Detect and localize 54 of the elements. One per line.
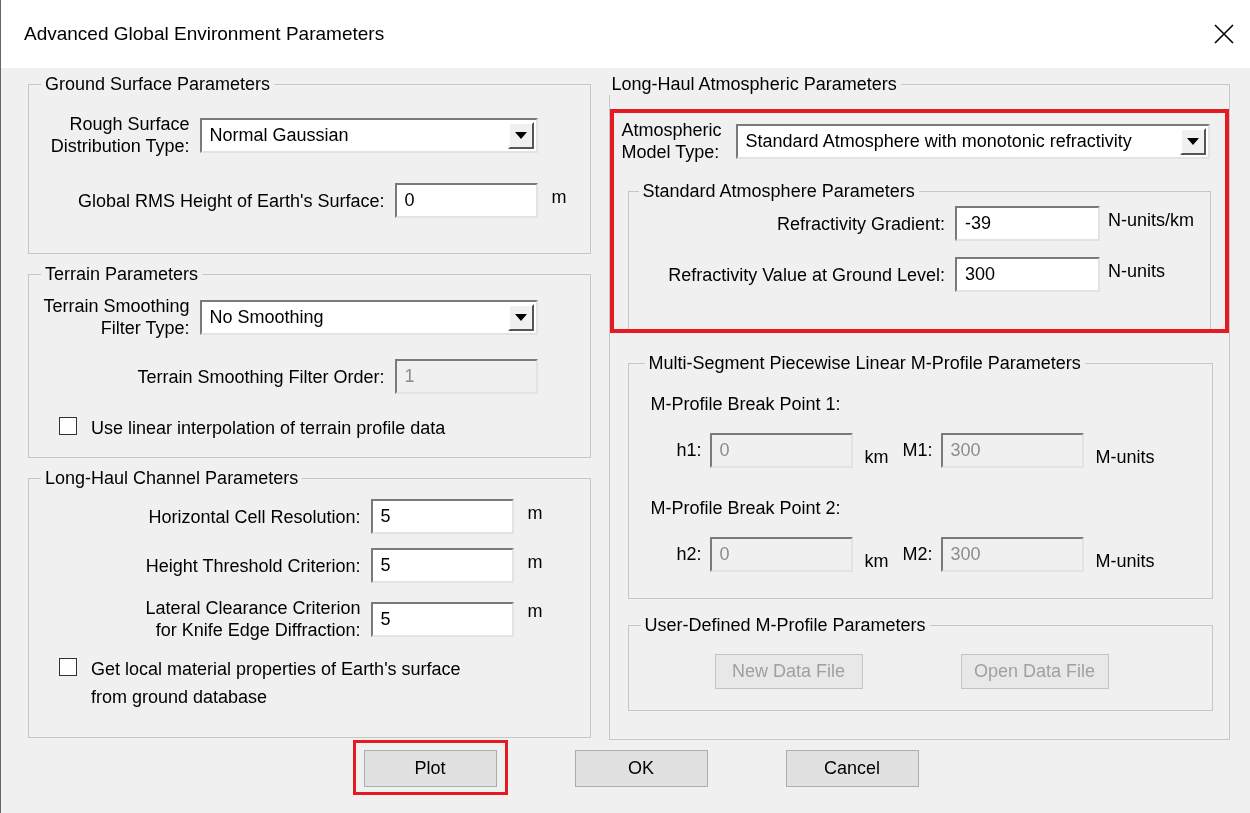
group-title: Multi-Segment Piecewise Linear M-Profile Parameters <box>647 353 1082 374</box>
input-field[interactable]: 300 <box>955 257 1100 292</box>
group-title: Long-Haul Channel Parameters <box>44 468 300 489</box>
group-title: Long-Haul Atmospheric Parameters <box>610 74 898 95</box>
window-title: Advanced Global Environment Parameters <box>24 23 385 45</box>
field-label: Horizontal Cell Resolution: <box>148 505 361 528</box>
group-title: User-Defined M-Profile Parameters <box>643 615 927 636</box>
checkbox-label: Use linear interpolation of terrain profile data <box>91 417 446 440</box>
button[interactable]: OK <box>574 750 708 787</box>
field-label: Terrain Smoothing Filter Type: <box>43 295 190 339</box>
input-field[interactable]: -39 <box>955 206 1100 241</box>
caret-icon <box>1186 137 1199 145</box>
button[interactable]: Plot <box>363 750 497 787</box>
unit-label: km <box>864 447 889 468</box>
close-icon[interactable] <box>1214 24 1234 44</box>
checkbox[interactable] <box>59 417 77 435</box>
input-field[interactable]: 5 <box>370 601 514 637</box>
unit-label: M-units <box>1095 447 1155 468</box>
caret-icon <box>514 131 527 139</box>
unit-label: N-units <box>1107 260 1166 282</box>
field-label: Terrain Smoothing Filter Order: <box>137 365 385 388</box>
button[interactable]: Cancel <box>785 750 919 787</box>
unit-label: M-units <box>1095 551 1155 572</box>
section-label: M-Profile Break Point 2: <box>650 498 842 519</box>
input-field[interactable]: 5 <box>370 499 514 534</box>
field-label: Refractivity Value at Ground Level: <box>668 263 945 286</box>
field-label: M1: <box>902 440 933 461</box>
checkbox-label: Get local material properties of Earth's surface from ground database <box>91 658 461 709</box>
unit-label: m <box>550 186 568 208</box>
input-field[interactable]: 5 <box>370 548 514 583</box>
field-label: Rough Surface Distribution Type: <box>50 113 190 157</box>
section-label: M-Profile Break Point 1: <box>650 394 842 415</box>
group-title: Ground Surface Parameters <box>44 74 272 95</box>
field-label: h1: <box>676 440 702 461</box>
group-title: Terrain Parameters <box>44 264 200 285</box>
group-title: Standard Atmosphere Parameters <box>641 181 916 202</box>
input-field[interactable]: 0 <box>394 183 538 218</box>
field-label: M2: <box>902 544 933 565</box>
dropdown[interactable]: Normal Gaussian <box>199 117 538 153</box>
unit-label: N-units/km <box>1107 209 1195 231</box>
checkbox[interactable] <box>59 658 77 676</box>
unit-label: m <box>526 600 544 622</box>
field-label: Refractivity Gradient: <box>776 212 945 235</box>
caret-icon <box>514 313 527 321</box>
field-label: Atmospheric Model Type: <box>621 119 722 163</box>
dropdown[interactable]: Standard Atmosphere with monotonic refractivity <box>735 123 1210 159</box>
unit-label: m <box>526 502 544 524</box>
field-label: Global RMS Height of Earth's Surface: <box>77 189 385 212</box>
unit-label: m <box>526 551 544 573</box>
field-label: Height Threshold Criterion: <box>145 554 361 577</box>
field-label: h2: <box>676 544 702 565</box>
unit-label: km <box>864 551 889 572</box>
dropdown[interactable]: No Smoothing <box>199 299 538 335</box>
field-label: Lateral Clearance Criterion for Knife Edge Diffraction: <box>145 597 361 641</box>
